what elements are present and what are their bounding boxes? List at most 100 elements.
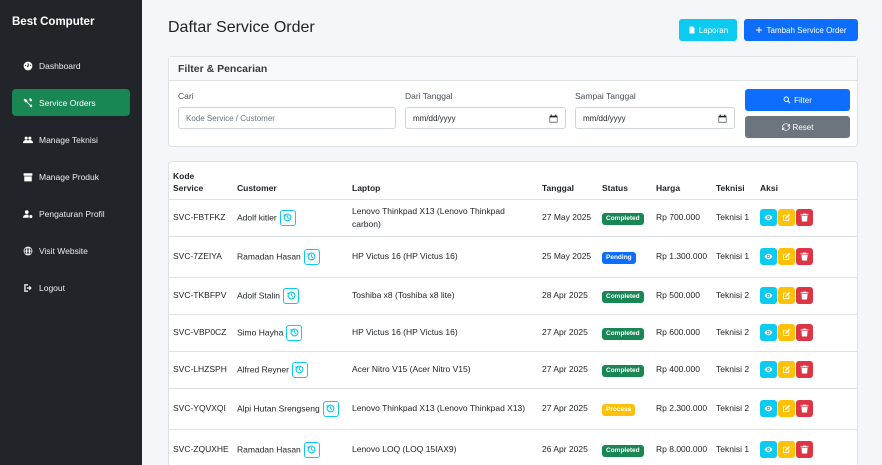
refresh-icon [781,123,790,131]
edit-button[interactable] [778,248,795,265]
history-icon[interactable] [283,287,299,304]
edit-button[interactable] [778,441,795,458]
harga-cell: Rp 8.000.000 [652,429,712,465]
brand-title: Best Computer [12,16,95,28]
status-cell: Completed [598,351,652,389]
history-icon[interactable] [286,324,303,341]
aksi-cell [756,429,857,465]
filter-button[interactable]: Filter [745,89,850,111]
reset-label: Reset [792,122,814,132]
laptop-cell: HP Victus 16 (HP Victus 16) [348,314,538,352]
view-button[interactable] [760,324,777,341]
laptop-cell: Lenovo Thinkpad X13 (Lenovo Thinkpad X13… [348,388,538,430]
delete-button[interactable] [796,400,813,417]
gauge-icon [22,60,34,72]
trash-icon [800,445,809,454]
sampai-tanggal-value: mm/dd/yyyy [583,113,626,123]
tanggal-cell: 27 Apr 2025 [538,351,598,389]
table-row: SVC-LHZSPH Alfred Reyner Acer Nitro V15 (A… [169,351,857,389]
edit-button[interactable] [778,287,795,304]
calendar-icon[interactable] [718,114,727,123]
harga-cell: Rp 600.000 [652,314,712,352]
eye-icon [764,291,773,300]
sidebar-item-label: Pengaturan Profil [39,208,105,219]
sampai-tanggal-input[interactable]: mm/dd/yyyy [575,107,735,129]
calendar-icon[interactable] [549,114,558,123]
teknisi-cell: Teknisi 2 [712,314,756,352]
file-icon [689,26,695,34]
sidebar-item-manage-teknisi[interactable]: Manage Teknisi [12,126,130,153]
tanggal-cell: 27 May 2025 [538,199,598,237]
edit-button[interactable] [778,209,795,226]
page-title: Daftar Service Order [168,19,315,36]
history-icon[interactable] [291,361,308,378]
sidebar-item-service-orders[interactable]: Service Orders [12,89,130,116]
teknisi-cell: Teknisi 1 [712,429,756,465]
sidebar-nav: Dashboard Service Orders Manage Teknisi … [0,52,142,301]
delete-button[interactable] [796,209,813,226]
trash-icon [800,328,809,337]
delete-button[interactable] [796,361,813,378]
teknisi-cell: Teknisi 2 [712,277,756,315]
col-tanggal: Tanggal [538,162,598,200]
sidebar-item-logout[interactable]: Logout [12,274,130,301]
search-input[interactable]: Kode Service / Customer [178,107,396,129]
sidebar-item-visit-website[interactable]: Visit Website [12,237,130,264]
add-service-order-button[interactable]: Tambah Service Order [744,19,858,41]
delete-button[interactable] [796,324,813,341]
search-placeholder: Kode Service / Customer [186,113,275,123]
history-icon[interactable] [303,441,320,458]
plus-icon [756,27,763,33]
dari-tanggal-input[interactable]: mm/dd/yyyy [405,107,566,129]
status-badge: Completed [602,290,644,303]
eye-icon [764,404,773,413]
kode-service-cell: SVC-LHZSPH [169,351,233,389]
tanggal-cell: 26 Apr 2025 [538,429,598,465]
reset-button[interactable]: Reset [745,116,850,138]
sidebar-item-label: Dashboard [39,60,81,71]
eye-icon [764,365,773,374]
aksi-cell [756,277,857,315]
eye-icon [764,213,773,222]
filter-card: Filter & Pencarian Cari Kode Service / C… [168,56,858,147]
aksi-cell [756,236,857,278]
edit-icon [782,213,791,222]
edit-button[interactable] [778,361,795,378]
customer-name: Alfred Reyner [237,363,289,374]
delete-button[interactable] [796,287,813,304]
cari-label: Cari [178,91,194,101]
view-button[interactable] [760,400,777,417]
customer-cell: Adolf Stalin [233,277,348,315]
eye-icon [764,445,773,454]
history-icon[interactable] [279,209,296,226]
edit-button[interactable] [778,324,795,341]
aksi-cell [756,351,857,389]
table-row: SVC-VBP0CZ Simo Hayha HP Victus 16 (HP Vic… [169,314,857,352]
customer-name: Alpi Hutan Srengseng [237,402,320,413]
edit-button[interactable] [778,400,795,417]
col-aksi: Aksi [756,162,857,200]
sidebar-item-pengaturan-profil[interactable]: Pengaturan Profil [12,200,130,227]
tanggal-cell: 28 Apr 2025 [538,277,598,315]
sidebar-item-dashboard[interactable]: Dashboard [12,52,130,79]
status-cell: Pending [598,236,652,278]
users-icon [22,134,34,146]
sidebar-item-manage-produk[interactable]: Manage Produk [12,163,130,190]
kode-service-cell: SVC-FBTFKZ [169,199,233,237]
main-content: Daftar Service Order Laporan Tambah Serv… [142,0,882,465]
view-button[interactable] [760,361,777,378]
edit-icon [782,291,791,300]
view-button[interactable] [760,248,777,265]
history-icon[interactable] [322,400,339,417]
view-button[interactable] [760,209,777,226]
laporan-label: Laporan [698,25,729,35]
table-row: SVC-TKBFPV Adolf Stalin Toshiba x8 (Toshib… [169,277,857,315]
view-button[interactable] [760,287,777,304]
delete-button[interactable] [796,248,813,265]
delete-button[interactable] [796,441,813,458]
view-button[interactable] [760,441,777,458]
laporan-button[interactable]: Laporan [679,19,737,41]
customer-cell: Alfred Reyner [233,351,348,389]
history-icon[interactable] [303,248,320,265]
customer-name: Ramadan Hasan [237,443,301,454]
